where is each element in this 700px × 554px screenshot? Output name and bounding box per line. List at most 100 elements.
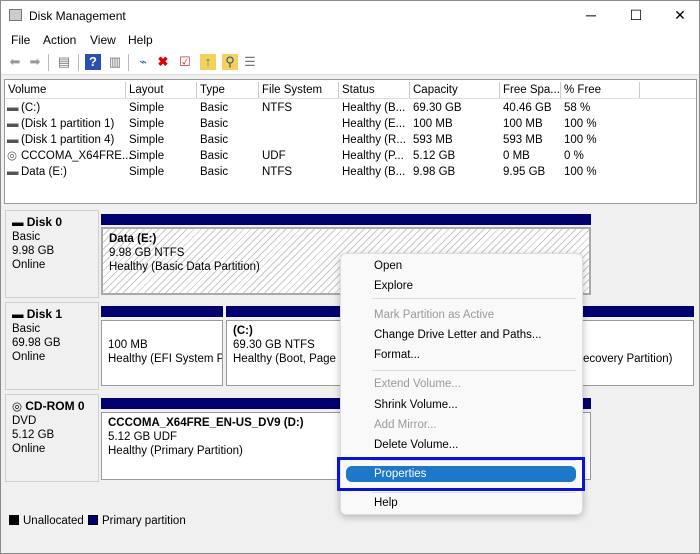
table-row[interactable]: ▬ (Disk 1 partition 4) Simple Basic Healthy … [5,132,695,148]
table-cell: Simple [129,134,165,146]
partition-bar [101,306,223,317]
table-cell: Simple [129,166,165,178]
menu-item-open[interactable]: Open [374,257,402,275]
table-cell: 593 MB [413,134,453,146]
table-row[interactable]: ▬ (Disk 1 partition 1) Simple Basic Healthy … [5,116,695,132]
table-cell: (Disk 1 partition 1) [21,118,115,130]
help-icon[interactable]: ? [85,54,101,70]
drive-icon: ▬ [7,118,19,130]
cdrom-0-label[interactable]: ◎ CD-ROM 0 DVD 5.12 GB Online [5,394,99,482]
folder-up-icon[interactable]: ↑ [200,54,216,70]
table-cell: 100 % [564,118,597,130]
table-cell: Healthy (B... [342,166,406,178]
volume-list: Volume Layout Type File System Status Ca… [4,79,697,204]
cd-drive-icon: ◎ [7,150,18,162]
table-cell: (Disk 1 partition 4) [21,134,115,146]
disk-1-label[interactable]: ▬ Disk 1 Basic 69.98 GB Online [5,302,99,390]
column-header-type[interactable]: Type [197,82,259,98]
menu-separator [372,370,576,371]
table-cell: Basic [200,150,229,162]
title-bar: Disk Management ─ ☐ ✕ [1,1,699,30]
menu-item-explore[interactable]: Explore [374,277,413,295]
table-cell: Healthy (B... [342,102,406,114]
table-cell: 100 % [564,134,597,146]
column-header-file-system[interactable]: File System [259,82,339,98]
table-cell: CCCOMA_X64FRE... [21,150,132,162]
menu-item-help[interactable]: Help [374,494,398,512]
properties-icon[interactable]: ☑ [177,54,193,70]
menu-help[interactable]: Help [128,33,153,47]
legend: Unallocated Primary partition [4,513,697,531]
menu-item-format[interactable]: Format... [374,346,420,364]
table-cell: 100 MB [413,118,453,130]
search-folder-icon[interactable]: ⚲ [222,54,238,70]
table-row[interactable]: ◎ CCCOMA_X64FRE... Simple Basic UDF Healthy (… [5,148,695,164]
column-header-status[interactable]: Status [339,82,410,98]
maximize-button[interactable]: ☐ [621,5,651,25]
table-cell: 593 MB [503,134,543,146]
table-cell: 58 % [564,102,591,114]
drive-icon: ▬ [12,217,27,229]
minimize-button[interactable]: ─ [576,5,606,25]
table-cell: 40.46 GB [503,102,552,114]
table-cell: NTFS [262,102,293,114]
menu-item-add-mirror: Add Mirror... [374,419,437,431]
legend-unallocated: Unallocated [9,515,84,527]
table-cell: Data (E:) [21,166,68,178]
forward-icon[interactable]: ➡ [27,54,43,70]
list-icon[interactable]: ☰ [242,54,258,70]
menu-separator [372,492,576,493]
menu-bar: File Action View Help [1,30,699,50]
drive-icon: ▬ [7,166,19,178]
disk-0-label[interactable]: ▬ Disk 0 Basic 9.98 GB Online [5,210,99,298]
drive-icon: ▬ [7,134,19,146]
drive-icon: ▬ [12,309,27,321]
table-cell: Simple [129,102,165,114]
menu-item-extend-volume: Extend Volume... [374,378,461,390]
table-cell: UDF [262,150,286,162]
delete-icon[interactable]: ✖ [155,54,171,70]
menu-file[interactable]: File [11,33,30,47]
toolbar: ⬅ ➡ ▤ ? ▥ ⌁ ✖ ☑ ↑ ⚲ ☰ [1,50,699,75]
table-row[interactable]: ▬ (C:) Simple Basic NTFS Healthy (B... 69.30 … [5,100,695,116]
column-header-capacity[interactable]: Capacity [410,82,500,98]
column-header-free-space[interactable]: Free Spa... [500,82,561,98]
column-header-volume[interactable]: Volume [5,82,126,98]
app-icon [9,9,22,21]
table-row[interactable]: ▬ Data (E:) Simple Basic NTFS Healthy (B... 9.… [5,164,695,180]
table-cell: 100 MB [503,118,543,130]
table-cell: NTFS [262,166,293,178]
column-header-layout[interactable]: Layout [126,82,197,98]
annotation-box [337,457,585,491]
table-cell: Basic [200,134,229,146]
table-cell: 0 % [564,150,584,162]
table-cell: 5.12 GB [413,150,456,162]
table-cell: Simple [129,118,165,130]
drive-icon: ▬ [7,102,19,114]
back-icon[interactable]: ⬅ [7,54,23,70]
table-cell: 9.98 GB [413,166,456,178]
partition-efi[interactable]: 100 MB Healthy (EFI System Pa [101,320,223,386]
column-header-percent-free[interactable]: % Free [561,82,640,98]
menu-action[interactable]: Action [43,33,76,47]
cd-drive-icon: ◎ [12,401,26,413]
close-button[interactable]: ✕ [665,5,695,25]
table-cell: 100 % [564,166,597,178]
table-cell: Basic [200,118,229,130]
connect-icon[interactable]: ⌁ [135,54,151,70]
menu-item-shrink-volume[interactable]: Shrink Volume... [374,396,458,414]
table-cell: Basic [200,102,229,114]
table-cell: Simple [129,150,165,162]
menu-item-delete-volume[interactable]: Delete Volume... [374,436,458,454]
partition-recovery[interactable]: ecovery Partition) [576,320,694,386]
menu-item-change-drive-letter-and-paths[interactable]: Change Drive Letter and Paths... [374,326,542,344]
action-pane-icon[interactable]: ▥ [107,54,123,70]
table-cell: Healthy (P... [342,150,404,162]
table-cell: Basic [200,166,229,178]
console-tree-icon[interactable]: ▤ [56,54,72,70]
table-cell: Healthy (R... [342,134,406,146]
menu-separator [372,298,576,299]
window-title: Disk Management [29,9,126,23]
menu-view[interactable]: View [90,33,116,47]
legend-primary-partition: Primary partition [88,515,186,527]
